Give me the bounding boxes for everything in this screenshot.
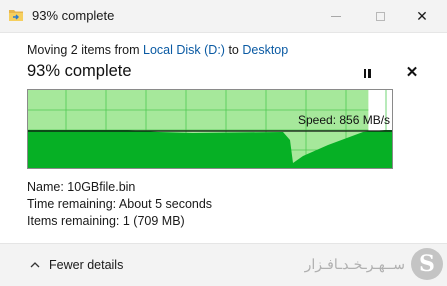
maximize-button[interactable]: [368, 6, 392, 26]
watermark-text: ســهـرـخـدـافـزار: [304, 256, 405, 272]
window-title: 93% complete: [32, 8, 115, 23]
fewer-details-label: Fewer details: [49, 258, 124, 272]
maximize-icon: [375, 11, 385, 21]
transfer-speed-graph: [27, 89, 393, 169]
minimize-icon: [331, 15, 341, 17]
to-word: to: [224, 43, 243, 57]
fewer-details-button[interactable]: Fewer details: [30, 258, 123, 272]
pause-icon-bar-right: [368, 68, 371, 78]
speed-label: Speed: 856 MB/s: [298, 113, 391, 127]
cancel-icon: ✕: [405, 64, 419, 81]
moving-description: Moving 2 items from Local Disk (D:) to D…: [27, 43, 288, 57]
minimize-button[interactable]: [324, 6, 348, 26]
pause-icon-bar-left: [363, 68, 366, 78]
progress-heading: 93% complete: [27, 62, 132, 80]
cancel-button[interactable]: ✕: [403, 63, 421, 81]
watermark: ســهـرـخـدـافـزار S: [262, 246, 447, 285]
file-name: Name: 10GBfile.bin: [27, 180, 136, 194]
close-icon: ✕: [416, 7, 428, 24]
pause-button[interactable]: [358, 64, 376, 82]
close-button[interactable]: ✕: [410, 6, 434, 26]
source-link[interactable]: Local Disk (D:): [143, 43, 225, 57]
items-remaining: Items remaining: 1 (709 MB): [27, 214, 185, 228]
moving-prefix: Moving 2 items from: [27, 43, 144, 57]
chevron-up-icon: [30, 262, 40, 268]
folder-move-icon: [9, 10, 23, 21]
title-bar: 93% complete ✕: [0, 0, 447, 33]
speed-graph-svg: [28, 90, 392, 168]
watermark-logo: S: [411, 248, 443, 280]
destination-link[interactable]: Desktop: [242, 43, 288, 57]
time-remaining: Time remaining: About 5 seconds: [27, 197, 213, 211]
